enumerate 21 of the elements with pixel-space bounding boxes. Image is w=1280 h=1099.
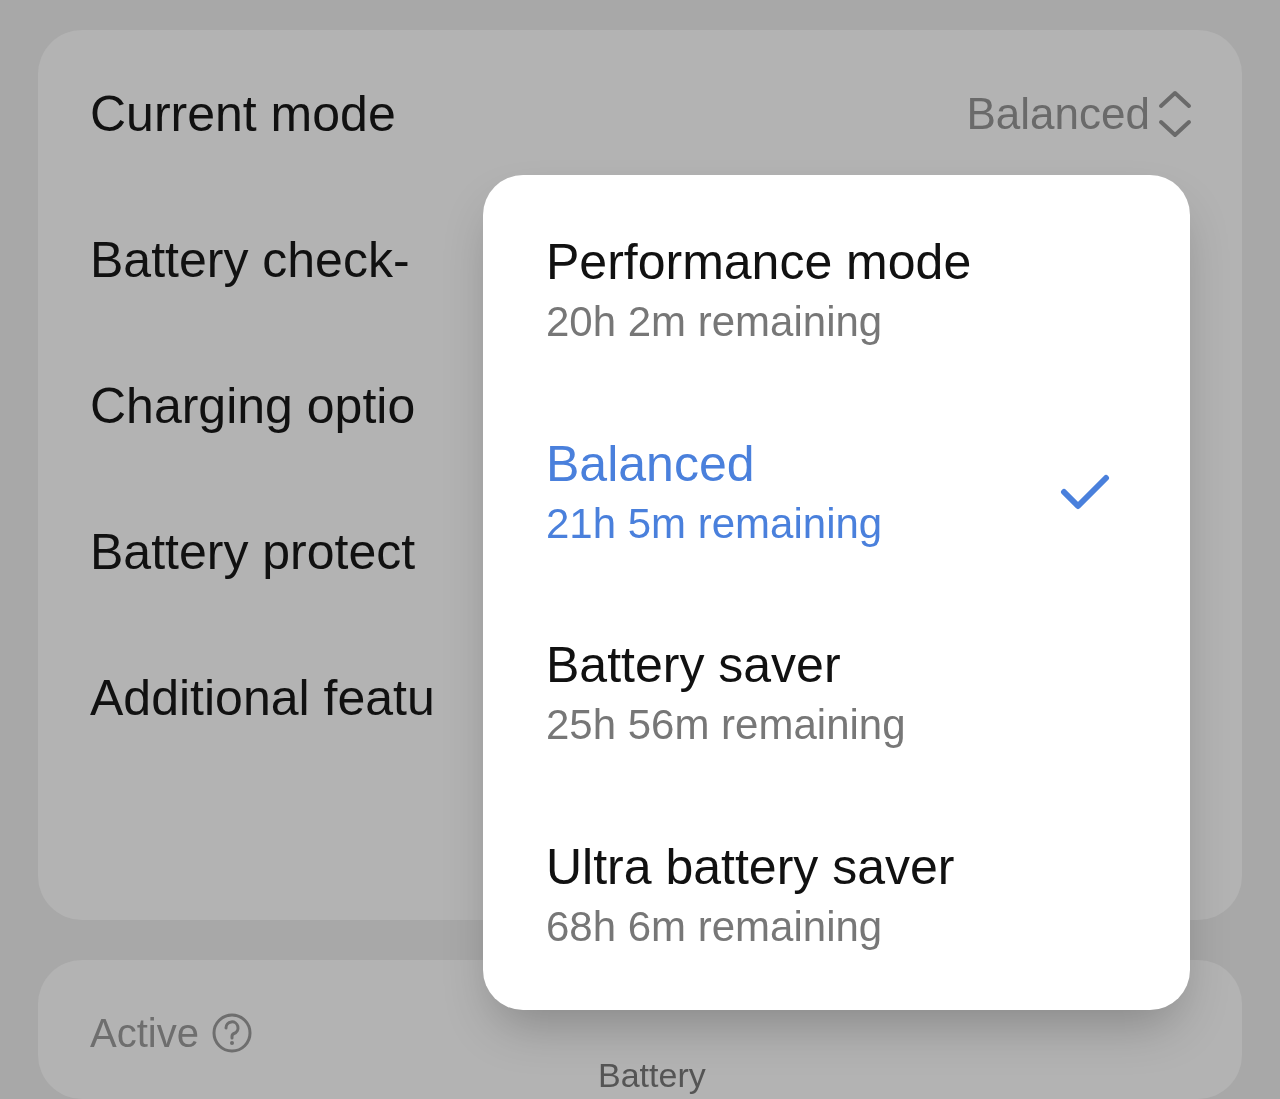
option-title: Battery saver <box>546 640 842 691</box>
option-subtitle: 25h 56m remaining <box>546 704 906 747</box>
section-heading: Active <box>90 1013 199 1053</box>
setting-label: Charging optio <box>90 381 416 431</box>
option-title: Performance mode <box>546 237 972 287</box>
setting-label: Battery protect <box>90 527 416 577</box>
setting-label: Current mode <box>90 89 396 139</box>
option-subtitle: 21h 5m remaining <box>546 502 883 545</box>
mode-option[interactable]: Balanced 21h 5m remaining <box>546 438 1110 545</box>
mode-option[interactable]: Performance mode 20h 2m remaining <box>546 237 1110 343</box>
mode-option[interactable]: Ultra battery saver 68h 6m remaining <box>546 841 1110 948</box>
option-title: Balanced <box>546 438 756 489</box>
setting-label: Additional featu <box>90 673 435 723</box>
option-subtitle: 68h 6m remaining <box>546 905 884 948</box>
mode-option[interactable]: Battery saver 25h 56m remaining <box>546 640 1110 747</box>
feature-label: Battery <box>598 1058 706 1092</box>
help-icon[interactable] <box>210 1012 253 1054</box>
option-subtitle: 20h 2m remaining <box>546 301 884 343</box>
setting-label: Battery check- <box>90 235 410 285</box>
option-title: Ultra battery saver <box>546 841 955 892</box>
up-down-chevron-icon <box>1158 89 1192 139</box>
